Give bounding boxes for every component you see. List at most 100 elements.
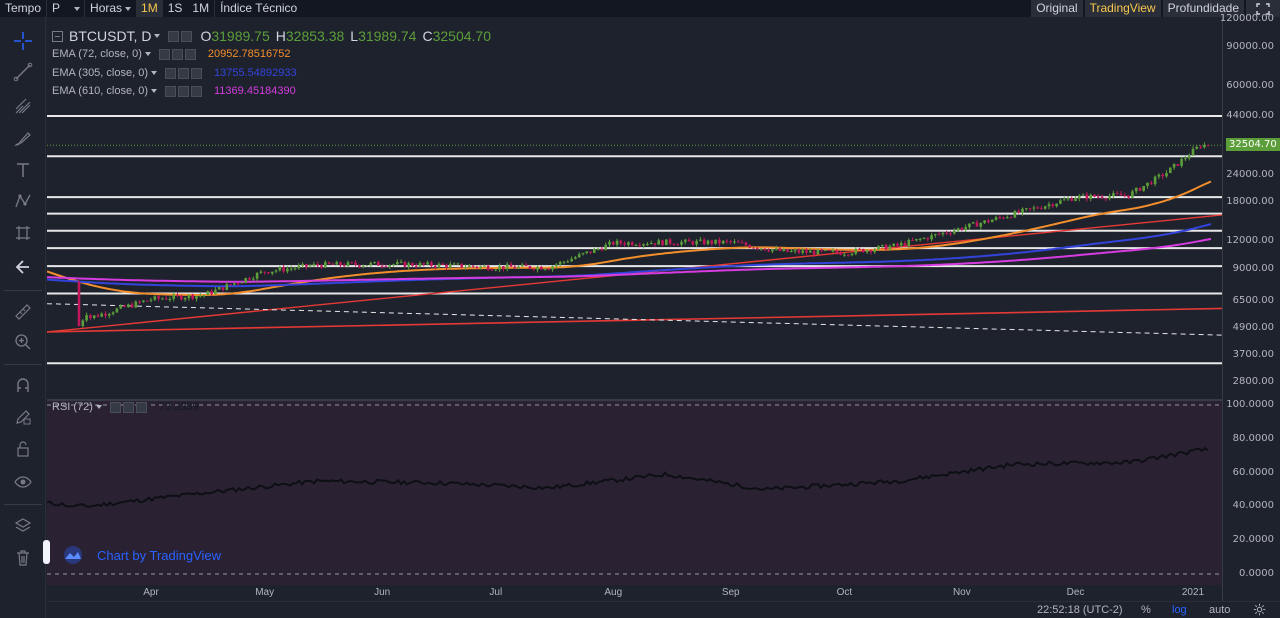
price-chart[interactable] xyxy=(47,17,1222,585)
ruler-tool[interactable] xyxy=(11,300,35,324)
candle-body xyxy=(206,291,210,296)
chevron-down-icon[interactable] xyxy=(151,89,157,93)
candle-body xyxy=(668,239,672,244)
time-axis[interactable]: Apr May Jun Jul Aug Sep Oct Nov Dec 2021 xyxy=(47,585,1222,601)
eye-icon[interactable] xyxy=(171,48,183,60)
candle-body xyxy=(968,223,971,228)
log-scale-toggle[interactable]: log xyxy=(1172,604,1187,616)
hide-drawings-tool[interactable] xyxy=(11,470,35,494)
chevron-down-icon[interactable] xyxy=(144,52,151,56)
rsi-name[interactable]: RSI (72) xyxy=(52,401,93,413)
candle-body xyxy=(528,266,532,269)
candle-body xyxy=(536,266,539,270)
hide-toolbar-button[interactable] xyxy=(11,255,35,279)
candle-body xyxy=(1009,217,1013,219)
settings-icon[interactable] xyxy=(158,48,170,60)
auto-scale-toggle[interactable]: auto xyxy=(1209,604,1230,616)
settings-icon[interactable] xyxy=(109,401,121,413)
eye-icon[interactable] xyxy=(178,67,189,79)
period-select[interactable]: P xyxy=(47,0,84,17)
candle-body xyxy=(846,254,850,256)
eye-icon[interactable] xyxy=(122,401,134,413)
view-original-tab[interactable]: Original xyxy=(1031,0,1083,17)
chevron-down-icon[interactable] xyxy=(95,405,102,409)
indicator-name[interactable]: EMA (305, close, 0) xyxy=(52,67,148,79)
percent-scale-toggle[interactable]: % xyxy=(1141,604,1151,616)
candle-body xyxy=(858,248,861,250)
magnet-tool[interactable] xyxy=(11,373,35,397)
candle-body xyxy=(1036,207,1039,209)
object-tree-tool[interactable] xyxy=(11,514,35,538)
crosshair-tool[interactable] xyxy=(11,29,35,53)
settings-icon[interactable] xyxy=(165,85,176,97)
interval-1m-button[interactable]: 1M xyxy=(136,0,163,17)
candle-body xyxy=(252,278,255,280)
price-axis[interactable]: 120000.00 90000.00 60000.00 44000.00 24000.0… xyxy=(1220,13,1280,601)
candle-body xyxy=(1199,146,1202,148)
collapse-legend-button[interactable] xyxy=(52,30,63,42)
indicator-name[interactable]: EMA (72, close, 0) xyxy=(52,48,142,60)
eye-icon[interactable] xyxy=(181,30,193,42)
candle-body xyxy=(990,219,994,223)
settings-icon[interactable] xyxy=(165,67,176,79)
candle-body xyxy=(1115,193,1119,195)
pane-resize-handle[interactable] xyxy=(43,540,50,564)
eye-icon[interactable] xyxy=(178,85,189,97)
interval-1s-button[interactable]: 1S xyxy=(163,0,188,17)
candle-body xyxy=(979,223,983,227)
symbol-name[interactable]: BTCUSDT, D xyxy=(69,28,151,44)
view-tradingview-tab[interactable]: TradingView xyxy=(1084,0,1161,17)
indicators-button[interactable]: Índice Técnico xyxy=(215,0,302,17)
candle-body xyxy=(896,243,899,246)
candle-body xyxy=(149,299,153,301)
hours-dropdown[interactable]: Horas xyxy=(85,0,136,17)
indicator-name[interactable]: EMA (610, close, 0) xyxy=(52,85,148,97)
candle-body xyxy=(1142,186,1145,191)
candle-body xyxy=(1127,195,1130,198)
brush-tool[interactable] xyxy=(11,126,35,150)
indicator-controls xyxy=(165,67,204,79)
close-icon[interactable] xyxy=(191,67,202,79)
candle-body xyxy=(127,304,130,307)
candle-body xyxy=(1176,164,1180,166)
indicator-legend-ema305: EMA (305, close, 0) 13755.54892933 xyxy=(52,67,297,79)
close-icon[interactable] xyxy=(184,48,196,60)
candle-body xyxy=(684,239,687,242)
candle-body xyxy=(589,251,592,253)
trendline-tool[interactable] xyxy=(11,60,35,84)
close-icon[interactable] xyxy=(191,85,202,97)
measure-range-tool[interactable] xyxy=(11,221,35,245)
pattern-tool[interactable] xyxy=(11,189,35,213)
remove-drawings-tool[interactable] xyxy=(11,546,35,570)
candle-body xyxy=(361,265,365,267)
candle-body xyxy=(687,239,691,242)
text-tool[interactable] xyxy=(11,158,35,182)
candle-body xyxy=(729,241,732,243)
toolbar-divider xyxy=(4,504,42,505)
close-icon[interactable] xyxy=(135,401,147,413)
clock[interactable]: 22:52:18 (UTC-2) xyxy=(1037,604,1123,616)
chart-pane[interactable]: BTCUSDT, D O 31989.75 H 32853.38 L 31989.74… xyxy=(47,17,1222,601)
settings-icon[interactable] xyxy=(168,30,180,42)
stay-in-drawing-mode-tool[interactable] xyxy=(11,405,35,429)
candle-body xyxy=(1028,208,1032,210)
candle-body xyxy=(744,242,748,246)
candle-body xyxy=(930,235,933,240)
chevron-down-icon[interactable] xyxy=(154,34,161,38)
lock-drawings-tool[interactable] xyxy=(11,437,35,461)
chart-settings-button[interactable] xyxy=(1253,603,1266,618)
time-axis-label: Sep xyxy=(721,587,740,598)
chevron-down-icon[interactable] xyxy=(151,71,157,75)
candle-body xyxy=(414,265,418,267)
zoom-tool[interactable] xyxy=(11,330,35,354)
interval-1mo-button[interactable]: 1M xyxy=(187,0,214,17)
candle-body xyxy=(1025,208,1028,210)
candle-body xyxy=(267,272,270,274)
candle-body xyxy=(1203,145,1206,148)
pitchfork-tool[interactable] xyxy=(11,94,35,118)
candle-body xyxy=(953,230,956,234)
candle-body xyxy=(153,296,157,300)
candle-body xyxy=(733,241,736,243)
candle-body xyxy=(1085,194,1089,199)
tradingview-watermark[interactable]: Chart by TradingView xyxy=(61,546,221,564)
